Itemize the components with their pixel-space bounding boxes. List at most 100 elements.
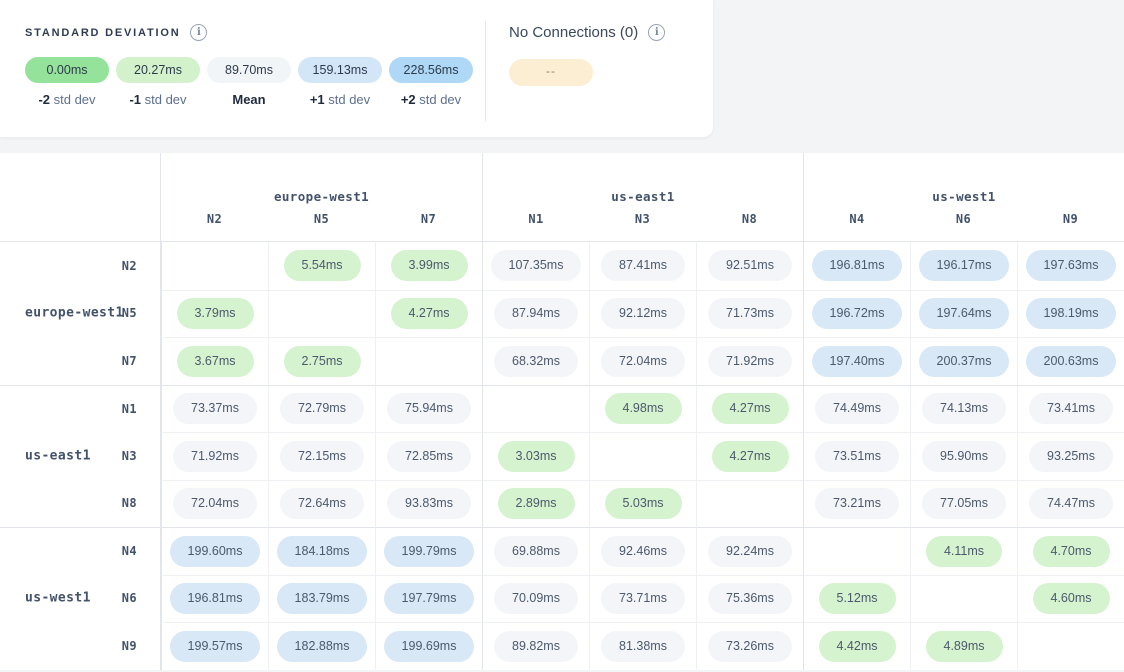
row-node-label[interactable]: N4	[122, 544, 137, 558]
latency-value-pill[interactable]: 196.81ms	[812, 250, 903, 281]
column-node-header[interactable]: N5	[268, 210, 375, 242]
latency-value-pill[interactable]: 3.67ms	[177, 346, 254, 377]
latency-value-pill[interactable]: 4.42ms	[819, 631, 896, 662]
row-node-label[interactable]: N8	[122, 496, 137, 510]
latency-value-pill[interactable]: 73.26ms	[708, 631, 792, 662]
latency-value-pill[interactable]: 4.27ms	[712, 441, 789, 472]
latency-value-pill[interactable]: 74.47ms	[1029, 488, 1113, 519]
latency-value-pill[interactable]: 73.71ms	[601, 583, 685, 614]
latency-value-pill[interactable]: 197.64ms	[919, 298, 1010, 329]
latency-value-pill[interactable]: 68.32ms	[494, 346, 578, 377]
latency-value-pill[interactable]: 71.92ms	[708, 346, 792, 377]
latency-value-pill[interactable]: 197.63ms	[1026, 250, 1117, 281]
row-node-label[interactable]: N1	[122, 402, 137, 416]
latency-value-pill[interactable]: 199.79ms	[384, 536, 475, 567]
column-node-header[interactable]: N7	[375, 210, 482, 242]
column-node-header[interactable]: N2	[161, 210, 268, 242]
latency-value-pill[interactable]: 2.75ms	[284, 346, 361, 377]
latency-cell: 72.04ms	[161, 480, 268, 528]
latency-value-pill[interactable]: 73.41ms	[1029, 393, 1113, 424]
latency-value-pill[interactable]: 3.79ms	[177, 298, 254, 329]
latency-value-pill[interactable]: 196.81ms	[170, 583, 261, 614]
latency-cell: 72.79ms	[268, 385, 375, 433]
latency-value-pill[interactable]: 197.40ms	[812, 346, 903, 377]
legend-pill-label: Mean	[232, 92, 265, 107]
latency-value-pill[interactable]: 77.05ms	[922, 488, 1006, 519]
latency-value-pill[interactable]: 199.60ms	[170, 536, 261, 567]
latency-value-pill[interactable]: 199.57ms	[170, 631, 261, 662]
latency-value-pill[interactable]: 81.38ms	[601, 631, 685, 662]
latency-value-pill[interactable]: 5.12ms	[819, 583, 896, 614]
latency-value-pill[interactable]: 87.94ms	[494, 298, 578, 329]
info-icon[interactable]: i	[190, 24, 207, 41]
std-dev-legend: STANDARD DEVIATION i 0.00ms-2 std dev20.…	[25, 24, 485, 137]
latency-value-pill[interactable]: 75.36ms	[708, 583, 792, 614]
latency-cell: 93.25ms	[1017, 432, 1124, 480]
latency-value-pill[interactable]: 4.27ms	[712, 393, 789, 424]
latency-value-pill[interactable]: 196.72ms	[812, 298, 903, 329]
latency-value-pill[interactable]: 70.09ms	[494, 583, 578, 614]
latency-cell: 107.35ms	[482, 242, 589, 290]
row-node-label[interactable]: N6	[122, 591, 137, 605]
legend-item: 89.70msMean	[207, 57, 291, 107]
column-node-header[interactable]: N4	[803, 210, 910, 242]
latency-value-pill[interactable]: 74.49ms	[815, 393, 899, 424]
column-node-header[interactable]: N6	[910, 210, 1017, 242]
latency-value-pill[interactable]: 87.41ms	[601, 250, 685, 281]
latency-value-pill[interactable]: 182.88ms	[277, 631, 368, 662]
latency-value-pill[interactable]: 93.25ms	[1029, 441, 1113, 472]
latency-value-pill[interactable]: 199.69ms	[384, 631, 475, 662]
latency-value-pill[interactable]: 4.60ms	[1033, 583, 1110, 614]
latency-value-pill[interactable]: 72.04ms	[601, 346, 685, 377]
latency-value-pill[interactable]: 92.46ms	[601, 536, 685, 567]
column-node-header[interactable]: N9	[1017, 210, 1124, 242]
latency-value-pill[interactable]: 73.51ms	[815, 441, 899, 472]
column-node-header[interactable]: N1	[482, 210, 589, 242]
latency-value-pill[interactable]: 4.89ms	[926, 631, 1003, 662]
latency-value-pill[interactable]: 92.24ms	[708, 536, 792, 567]
info-icon[interactable]: i	[648, 24, 665, 41]
latency-value-pill[interactable]: 183.79ms	[277, 583, 368, 614]
latency-value-pill[interactable]: 3.99ms	[391, 250, 468, 281]
row-node-label[interactable]: N2	[122, 259, 137, 273]
latency-value-pill[interactable]: 198.19ms	[1026, 298, 1117, 329]
latency-value-pill[interactable]: 4.11ms	[926, 536, 1002, 567]
latency-value-pill[interactable]: 89.82ms	[494, 631, 578, 662]
latency-value-pill[interactable]: 5.54ms	[284, 250, 361, 281]
row-node-label[interactable]: N5	[122, 306, 137, 320]
latency-value-pill[interactable]: 74.13ms	[922, 393, 1006, 424]
latency-value-pill[interactable]: 92.12ms	[601, 298, 685, 329]
latency-value-pill[interactable]: 3.03ms	[498, 441, 575, 472]
latency-value-pill[interactable]: 95.90ms	[922, 441, 1006, 472]
latency-value-pill[interactable]: 200.37ms	[919, 346, 1010, 377]
latency-value-pill[interactable]: 69.88ms	[494, 536, 578, 567]
latency-value-pill[interactable]: 92.51ms	[708, 250, 792, 281]
latency-value-pill[interactable]: 4.70ms	[1033, 536, 1110, 567]
latency-value-pill[interactable]: 72.15ms	[280, 441, 364, 472]
row-node-label[interactable]: N7	[122, 354, 137, 368]
row-node-label[interactable]: N9	[122, 639, 137, 653]
latency-value-pill[interactable]: 200.63ms	[1026, 346, 1117, 377]
latency-value-pill[interactable]: 73.37ms	[173, 393, 257, 424]
column-node-header[interactable]: N3	[589, 210, 696, 242]
column-node-header[interactable]: N8	[696, 210, 803, 242]
latency-value-pill[interactable]: 197.79ms	[384, 583, 475, 614]
latency-value-pill[interactable]: 71.73ms	[708, 298, 792, 329]
latency-value-pill[interactable]: 72.79ms	[280, 393, 364, 424]
latency-value-pill[interactable]: 4.98ms	[605, 393, 682, 424]
latency-value-pill[interactable]: 72.64ms	[280, 488, 364, 519]
latency-value-pill[interactable]: 72.04ms	[173, 488, 257, 519]
latency-cell: 71.73ms	[696, 290, 803, 338]
latency-value-pill[interactable]: 71.92ms	[173, 441, 257, 472]
latency-value-pill[interactable]: 5.03ms	[605, 488, 682, 519]
latency-value-pill[interactable]: 73.21ms	[815, 488, 899, 519]
latency-value-pill[interactable]: 196.17ms	[919, 250, 1010, 281]
latency-value-pill[interactable]: 184.18ms	[277, 536, 368, 567]
latency-value-pill[interactable]: 93.83ms	[387, 488, 471, 519]
row-node-label[interactable]: N3	[122, 449, 137, 463]
latency-value-pill[interactable]: 107.35ms	[491, 250, 582, 281]
latency-value-pill[interactable]: 2.89ms	[498, 488, 575, 519]
latency-value-pill[interactable]: 75.94ms	[387, 393, 471, 424]
latency-value-pill[interactable]: 72.85ms	[387, 441, 471, 472]
latency-value-pill[interactable]: 4.27ms	[391, 298, 468, 329]
